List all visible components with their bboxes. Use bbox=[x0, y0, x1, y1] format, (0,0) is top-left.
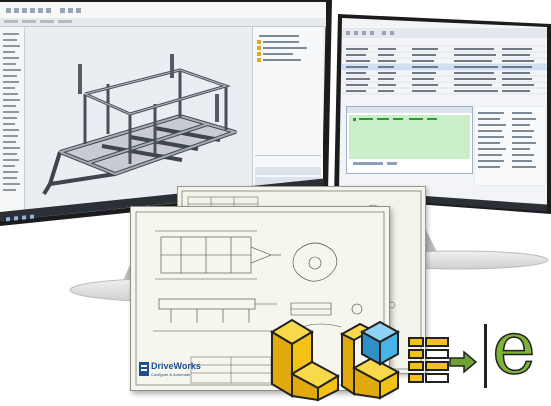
driveworks-logo: DriveWorks Configure & Automate bbox=[139, 359, 201, 381]
right-side-list[interactable] bbox=[474, 106, 546, 186]
brand-name: DriveWorks bbox=[151, 361, 201, 371]
trailer-chassis-model[interactable] bbox=[30, 34, 250, 204]
e-icon: e bbox=[480, 307, 550, 398]
table-grid[interactable] bbox=[342, 28, 547, 104]
cube-blue-icon bbox=[339, 320, 401, 400]
divider-line bbox=[484, 324, 487, 388]
green-form-preview[interactable] bbox=[346, 106, 473, 174]
e-letter: e bbox=[491, 305, 536, 391]
driveworks-mark-icon bbox=[139, 362, 149, 376]
cad-toolbar[interactable] bbox=[0, 2, 326, 27]
form-arrow-icon bbox=[408, 337, 478, 383]
feature-tree-panel[interactable] bbox=[0, 27, 25, 213]
brand-tagline: Configure & Automate bbox=[151, 372, 191, 377]
